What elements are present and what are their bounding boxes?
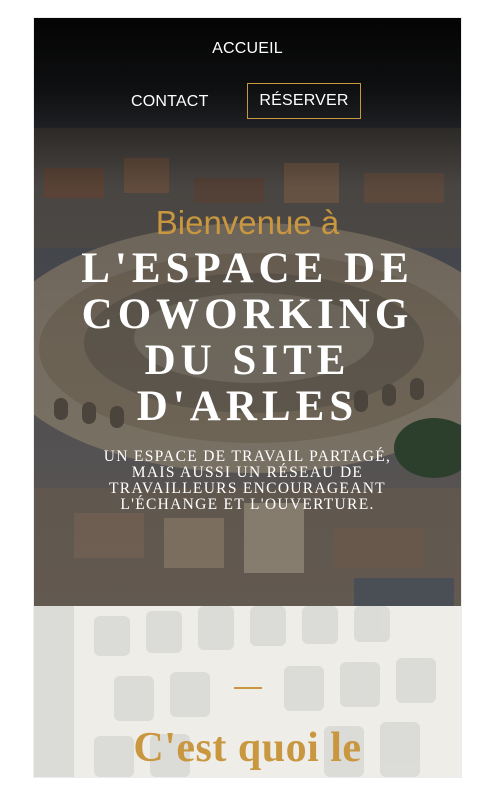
about-section: C'est quoi le [34,606,461,777]
hero-subtitle: UN ESPACE DE TRAVAIL PARTAGÉ, MAIS AUSSI… [103,448,392,513]
section-title: C'est quoi le [133,725,362,771]
section-divider [234,687,262,689]
nav-home-link[interactable]: ACCUEIL [34,40,461,58]
nav-contact-link[interactable]: CONTACT [131,93,209,111]
page-viewport: ACCUEIL CONTACT RÉSERVER Bienvenue à L'E… [34,18,461,777]
hero-welcome-text: Bienvenue à [155,204,340,241]
hero-title: L'ESPACE DE COWORKING DU SITE D'ARLES [81,245,414,430]
reserve-button[interactable]: RÉSERVER [247,83,361,119]
hero-section: ACCUEIL CONTACT RÉSERVER Bienvenue à L'E… [34,18,461,606]
